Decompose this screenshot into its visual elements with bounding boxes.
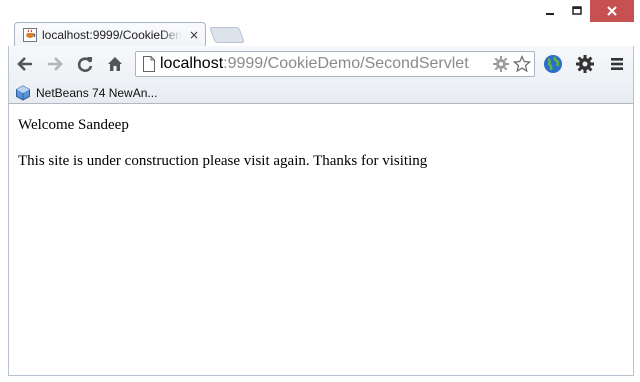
java-coffee-cup-icon [23,28,37,42]
maximize-button[interactable] [563,0,590,22]
tab-strip: localhost:9999/CookieDemo/SecondServlet … [0,0,640,46]
toolbar: localhost:9999/CookieDemo/SecondServlet [8,46,634,82]
reload-icon [77,57,93,72]
browser-window: localhost:9999/CookieDemo/SecondServlet … [0,0,640,382]
tab-title: localhost:9999/CookieDemo/SecondServlet [42,28,182,42]
gear-badge-icon[interactable] [492,55,510,73]
bookmarks-bar: NetBeans 74 NewAn... [8,82,634,104]
construction-message: This site is under construction please v… [18,153,428,169]
home-button[interactable] [103,52,127,76]
bookmark-label: NetBeans 74 NewAn... [36,85,158,100]
settings-button[interactable] [573,52,597,76]
close-window-button[interactable] [590,0,634,22]
globe-icon [544,55,562,73]
close-icon [607,6,617,16]
back-arrow-icon [17,57,32,71]
netbeans-cube-icon [16,84,30,101]
page-content: Welcome Sandeep This site is under const… [8,104,634,376]
address-bar[interactable]: localhost:9999/CookieDemo/SecondServlet [135,51,535,77]
hamburger-menu-icon [611,58,623,70]
forward-arrow-icon [48,57,63,71]
menu-button[interactable] [605,52,629,76]
reload-button[interactable] [73,52,97,76]
gear-icon [576,55,594,73]
forward-button[interactable] [43,52,67,76]
new-tab-button[interactable] [209,27,245,43]
bookmark-item[interactable]: NetBeans 74 NewAn... [15,84,158,101]
home-icon [108,57,122,71]
star-icon[interactable] [513,55,531,73]
tab-close-button[interactable]: × [189,28,199,42]
minimize-icon [545,13,554,15]
url-text[interactable]: localhost:9999/CookieDemo/SecondServlet [160,55,469,73]
window-controls [536,0,634,22]
minimize-button[interactable] [536,0,563,22]
page-icon [143,56,155,72]
maximize-icon [571,6,582,15]
welcome-text: Welcome Sandeep [18,117,129,133]
back-button[interactable] [13,52,37,76]
url-host: localhost [160,55,224,72]
url-path: :9999/CookieDemo/SecondServlet [223,55,469,72]
extension-button[interactable] [541,52,565,76]
tab-active[interactable]: localhost:9999/CookieDemo/SecondServlet … [14,22,206,46]
